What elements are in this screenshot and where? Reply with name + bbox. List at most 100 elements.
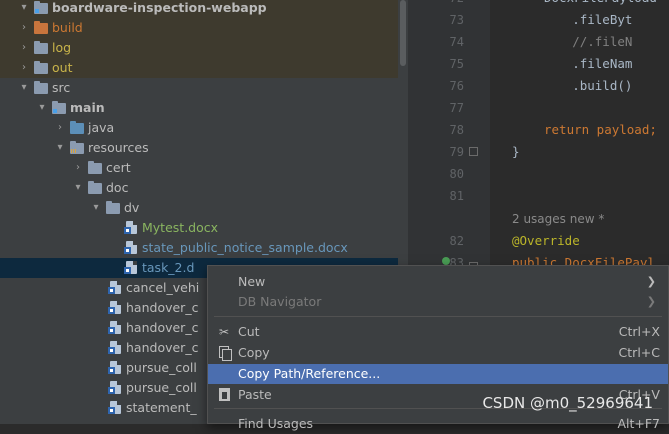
- folder-icon: [34, 41, 48, 55]
- docx-file-icon: [108, 301, 122, 315]
- tree-folder-item[interactable]: ▾ dv: [0, 198, 398, 218]
- tree-item-label: dv: [124, 200, 140, 215]
- menu-item-shortcut: Ctrl+C: [618, 345, 660, 360]
- tree-item-label: state_public_notice_sample.docx: [142, 240, 348, 255]
- chevron-down-icon[interactable]: ▾: [90, 198, 102, 218]
- tree-folder-item[interactable]: ▾ main: [0, 98, 398, 118]
- chevron-down-icon[interactable]: ▾: [36, 98, 48, 118]
- docx-file-icon: [108, 361, 122, 375]
- tree-item-label: handover_c: [126, 300, 199, 315]
- tree-file-item[interactable]: Mytest.docx: [0, 218, 398, 238]
- docx-file-icon: [124, 261, 138, 275]
- chevron-right-icon[interactable]: ›: [18, 38, 30, 58]
- tree-item-label: handover_c: [126, 320, 199, 335]
- menu-item-label: Copy Path/Reference...: [238, 366, 381, 381]
- menu-separator: [214, 316, 662, 317]
- chevron-right-icon[interactable]: ›: [72, 158, 84, 178]
- menu-item-label: Cut: [238, 324, 260, 339]
- menu-item-label: New: [238, 274, 266, 289]
- run-gutter-icon[interactable]: [442, 257, 450, 265]
- line-number: 75: [449, 57, 464, 71]
- docx-file-icon: [108, 281, 122, 295]
- docx-file-icon: [108, 341, 122, 355]
- tree-file-item[interactable]: state_public_notice_sample.docx: [0, 238, 398, 258]
- chevron-down-icon[interactable]: ▾: [18, 0, 30, 18]
- docx-file-icon: [124, 221, 138, 235]
- folder-icon: [70, 121, 84, 135]
- menu-item-label: Find Usages: [238, 416, 314, 431]
- line-number: 77: [449, 101, 464, 115]
- code-line[interactable]: DocxFilePayload: [544, 0, 657, 8]
- menu-item-shortcut: Ctrl+X: [618, 324, 660, 339]
- tree-item-label: cert: [106, 160, 131, 175]
- folder-icon: [34, 61, 48, 75]
- tree-item-label: src: [52, 80, 71, 95]
- folder-icon: [106, 201, 120, 215]
- code-line[interactable]: .fileNam: [512, 54, 632, 74]
- folder-icon: [34, 21, 48, 35]
- chevron-down-icon[interactable]: ▾: [72, 178, 84, 198]
- tree-item-label: pursue_coll: [126, 360, 197, 375]
- tree-folder-item[interactable]: › log: [0, 38, 398, 58]
- line-number: 82: [449, 234, 464, 248]
- tree-item-label: main: [70, 100, 105, 115]
- tree-folder-item[interactable]: ▾ resources: [0, 138, 398, 158]
- fold-marker-icon[interactable]: [469, 147, 478, 156]
- line-number: 81: [449, 189, 464, 203]
- chevron-right-icon[interactable]: ›: [18, 58, 30, 78]
- copy-icon: [219, 346, 232, 361]
- tree-item-label: java: [88, 120, 115, 135]
- folder-icon: [34, 81, 48, 95]
- tree-folder-item[interactable]: › out: [0, 58, 398, 78]
- tree-folder-item[interactable]: ▾ boardware-inspection-webapp: [0, 0, 398, 18]
- tree-item-label: boardware-inspection-webapp: [52, 0, 267, 15]
- line-number: 74: [449, 35, 464, 49]
- tree-folder-item[interactable]: › build: [0, 18, 398, 38]
- menu-item-db-navigator[interactable]: DB Navigator ❯: [208, 292, 668, 312]
- tree-item-label: Mytest.docx: [142, 220, 219, 235]
- tree-folder-item[interactable]: ▾ doc: [0, 178, 398, 198]
- tree-folder-item[interactable]: ▾ src: [0, 78, 398, 98]
- code-line[interactable]: .fileByt: [512, 10, 632, 30]
- tree-folder-item[interactable]: › cert: [0, 158, 398, 178]
- code-line[interactable]: @Override: [512, 231, 580, 251]
- folder-icon: [88, 161, 102, 175]
- menu-item-find-usages[interactable]: Find Usages Alt+F7: [208, 414, 668, 434]
- chevron-right-icon[interactable]: ›: [54, 118, 66, 138]
- menu-item-cut[interactable]: ✂ Cut Ctrl+X: [208, 322, 668, 342]
- usages-hint[interactable]: 2 usages new *: [512, 209, 604, 229]
- tree-item-label: cancel_vehi: [126, 280, 200, 295]
- docx-file-icon: [108, 321, 122, 335]
- scissors-icon: ✂: [218, 325, 230, 339]
- tree-item-label: doc: [106, 180, 129, 195]
- code-line[interactable]: //.fileN: [512, 32, 632, 52]
- line-number: 78: [449, 123, 464, 137]
- folder-icon: [34, 1, 48, 15]
- menu-item-label: Paste: [238, 387, 272, 402]
- tree-item-label: log: [52, 40, 72, 55]
- menu-item-new[interactable]: New ❯: [208, 272, 668, 292]
- chevron-right-icon[interactable]: ›: [18, 18, 30, 38]
- line-number: 79: [449, 145, 464, 159]
- chevron-down-icon[interactable]: ▾: [54, 138, 66, 158]
- tree-item-label: out: [52, 60, 73, 75]
- tree-item-label: task_2.d: [142, 260, 195, 275]
- menu-item-copy[interactable]: Copy Ctrl+C: [208, 343, 668, 363]
- code-line[interactable]: .build(): [512, 76, 632, 96]
- watermark: CSDN @m0_52969641: [482, 394, 653, 412]
- code-line[interactable]: }: [512, 142, 520, 162]
- docx-file-icon: [108, 381, 122, 395]
- tree-folder-item[interactable]: › java: [0, 118, 398, 138]
- menu-item-copy-path-reference[interactable]: Copy Path/Reference...: [208, 364, 668, 384]
- tree-scrollbar-thumb[interactable]: [400, 0, 406, 66]
- folder-icon: [70, 141, 84, 155]
- folder-icon: [52, 101, 66, 115]
- code-line[interactable]: return payload;: [544, 120, 657, 140]
- folder-icon: [88, 181, 102, 195]
- line-number: 73: [449, 13, 464, 27]
- chevron-down-icon[interactable]: ▾: [18, 78, 30, 98]
- line-number: 76: [449, 79, 464, 93]
- tree-item-label: build: [52, 20, 83, 35]
- menu-item-label: DB Navigator: [238, 294, 322, 309]
- chevron-right-icon: ❯: [646, 295, 656, 308]
